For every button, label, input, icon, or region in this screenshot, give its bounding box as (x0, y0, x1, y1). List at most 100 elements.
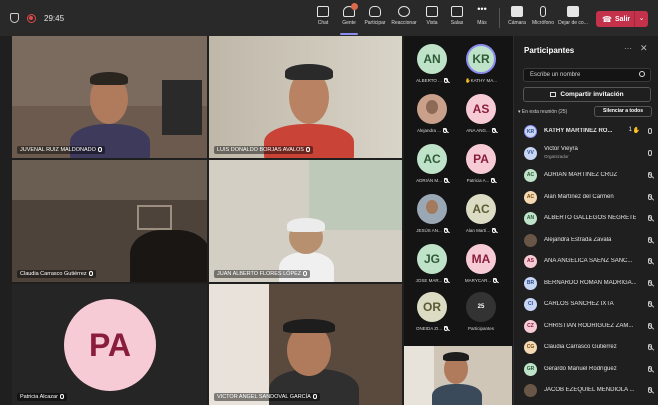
chevron-down-icon[interactable]: ⌄ (634, 11, 648, 27)
participant-row[interactable]: AC ADRIÁN MARTÍNEZ CRUZ (522, 166, 654, 186)
microphone-button[interactable]: Micrófono (528, 6, 558, 26)
avatar: AN (524, 212, 537, 225)
participant-row[interactable]: CG Claudia Carrasco Gutiérrez (522, 338, 654, 358)
microphone-off-icon (648, 301, 652, 307)
participant-row[interactable]: JACOB EZEQUIEL MENDIOLA ... (522, 381, 654, 401)
avatar-label: ADRIÁN M... (407, 178, 457, 184)
participant-row[interactable]: Alejandra Estrada Zavala (522, 231, 654, 251)
share-invite-button[interactable]: Compartir invitación (523, 87, 651, 102)
avatar[interactable]: AC (466, 194, 496, 224)
microphone-icon (648, 150, 652, 156)
react-button[interactable]: Reaccionar (389, 6, 419, 26)
avatar: CI (524, 298, 537, 311)
avatar-label: ALBERTO ... (407, 78, 457, 84)
microphone-off-icon (443, 128, 447, 134)
microphone-off-icon (648, 366, 652, 372)
avatar[interactable]: JG (417, 244, 447, 274)
avatar[interactable] (417, 94, 447, 124)
section-toggle[interactable]: ▾ En esta reunión (25) (518, 109, 567, 115)
video-tile[interactable]: LUIS DONALDO BORJAS AVALOS (209, 36, 402, 158)
avatar: PA (64, 299, 156, 391)
more-button[interactable]: ••• Más (467, 4, 497, 27)
meeting-toolbar: 29:45 Chat Gente Participar Reaccionar V… (0, 0, 658, 36)
participant-row[interactable]: AN ALBERTO GALLEGOS NEGRETE (522, 209, 654, 229)
leave-button[interactable]: ☎ Salir ⌄ (596, 11, 648, 27)
participant-name: JUVENAL RUIZ MALDONADO (17, 146, 105, 154)
panel-title: Participantes (524, 46, 575, 55)
more-options-icon[interactable]: ··· (624, 44, 632, 53)
microphone-off-icon (443, 228, 448, 234)
participant-row[interactable]: CI CARLOS SANCHEZ IXTA (522, 295, 654, 315)
avatar[interactable]: AN (417, 44, 447, 74)
microphone-icon (540, 6, 546, 17)
avatar: CG (524, 341, 537, 354)
avatar-label: Patricia A... (456, 178, 506, 184)
microphone-icon (59, 394, 64, 400)
microphone-icon (303, 271, 308, 277)
microphone-off-icon (648, 323, 652, 329)
participant-row[interactable]: BR BERNARDO ROMÁN MADRIGA... (522, 274, 654, 294)
microphone-off-icon (648, 387, 652, 393)
raise-hand-icon (369, 6, 381, 17)
video-tile[interactable]: Claudia Carrasco Gutiérrez (12, 160, 207, 282)
microphone-icon (88, 271, 93, 277)
participant-row[interactable]: AS ANA ANGÉLICA SÁENZ SÁNC... (522, 252, 654, 272)
microphone-off-icon (444, 278, 449, 284)
microphone-off-icon (491, 128, 496, 134)
camera-icon (511, 6, 523, 17)
participants-panel: Participantes ··· ✕ Escribe un nombre Co… (513, 36, 658, 405)
phone-icon: ☎ (602, 14, 612, 24)
video-tile[interactable]: VICTOR ANGEL SANDOVAL GARCÍA (209, 284, 402, 405)
avatar[interactable]: KR (466, 44, 496, 74)
search-input[interactable]: Escribe un nombre (523, 68, 651, 82)
avatar: CZ (524, 320, 537, 333)
avatar[interactable]: PA (466, 144, 496, 174)
smiley-icon (398, 6, 410, 17)
grid-view-icon (426, 6, 438, 17)
avatar: GR (524, 363, 537, 376)
participant-row[interactable]: GR Gerardo Manuel Rodríguez (522, 360, 654, 380)
avatar: AC (524, 191, 537, 204)
avatar (524, 234, 537, 247)
microphone-off-icon (491, 178, 496, 184)
avatar[interactable]: OR (417, 292, 447, 322)
video-tile[interactable]: JUVENAL RUIZ MALDONADO (12, 36, 207, 158)
microphone-off-icon (493, 278, 498, 284)
participant-name: Claudia Carrasco Gutiérrez (17, 270, 96, 278)
avatar[interactable]: AS (466, 94, 496, 124)
chat-icon (317, 6, 329, 17)
avatar-label: Alejandra ... (407, 128, 457, 134)
avatar-label: ANA ANG... (456, 128, 506, 134)
gallery-strip: AN ALBERTO ... KR ✋KATHY MA... Alejandra… (404, 36, 514, 346)
avatar: VV (524, 147, 537, 160)
participant-row[interactable]: AC Alan Martínez del Carmen (522, 188, 654, 208)
shield-icon (10, 13, 19, 23)
participant-count-button[interactable]: 25 (466, 292, 496, 322)
participant-row[interactable]: VV Victor Vieyra Organizador (522, 144, 654, 164)
microphone-off-icon (648, 237, 652, 243)
stop-sharing-button[interactable]: Dejar de co... (558, 6, 588, 26)
avatar-label: Alan Martí... (456, 228, 506, 234)
microphone-icon (648, 128, 652, 134)
more-icon: ••• (477, 4, 487, 14)
participant-name: Patricia Alcazar (17, 393, 67, 401)
avatar[interactable] (417, 194, 447, 224)
avatar-label: MARYCAR... (456, 278, 506, 284)
avatar-label: JESÚS AN... (407, 228, 457, 234)
self-view[interactable] (404, 346, 512, 405)
microphone-off-icon (443, 78, 448, 84)
avatar (524, 384, 537, 397)
avatar[interactable]: AC (417, 144, 447, 174)
close-icon[interactable]: ✕ (640, 43, 648, 54)
raise-hand-button[interactable]: Participar (360, 6, 390, 26)
raise-hand-icon: ✋ (632, 128, 640, 134)
participant-row[interactable]: CZ CHRISTIAN RODRIGUEZ ZAM... (522, 317, 654, 337)
meeting-status: 29:45 (10, 13, 64, 23)
video-tile[interactable]: JUAN ALBERTO FLORES LÓPEZ (209, 160, 402, 282)
video-tile[interactable]: PA Patricia Alcazar (12, 284, 207, 405)
mute-all-button[interactable]: Silenciar a todos (594, 106, 652, 117)
avatar[interactable]: MA (466, 244, 496, 274)
microphone-icon (97, 147, 102, 153)
participant-row[interactable]: KR KATHY MARTINEZ RO... 1 ✋ (522, 122, 654, 142)
microphone-off-icon (648, 215, 652, 221)
